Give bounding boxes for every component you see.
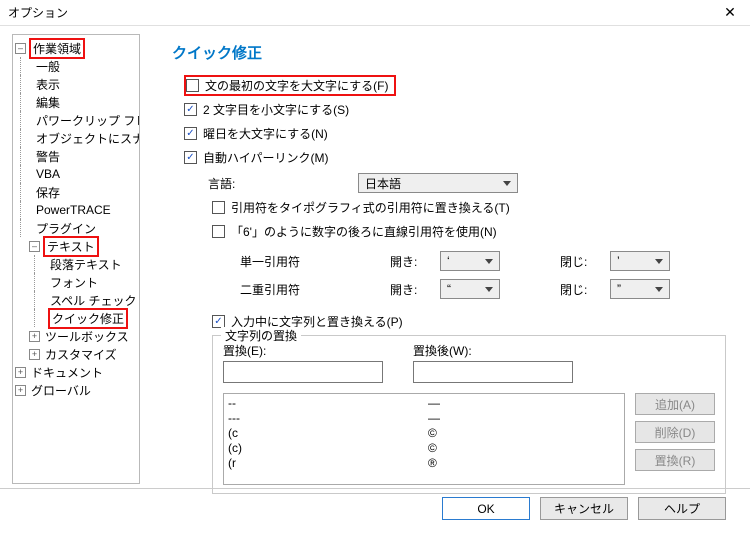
group-title: 文字列の置換 bbox=[221, 327, 301, 344]
list-item: ---— bbox=[228, 411, 620, 426]
lang-select[interactable]: 日本語 bbox=[358, 173, 518, 193]
checkbox-replace-typing[interactable]: ✓ bbox=[212, 315, 225, 328]
checkbox-autohyper[interactable]: ✓ bbox=[184, 151, 197, 164]
label-typo-quote: 引用符をタイポグラフィ式の引用符に置き換える(T) bbox=[231, 199, 510, 216]
tree-text[interactable]: テキスト bbox=[43, 236, 99, 257]
dq-open-select[interactable]: “ bbox=[440, 279, 500, 299]
label-cap-first: 文の最初の文字を大文字にする(F) bbox=[205, 77, 388, 94]
tree-font[interactable]: フォント bbox=[48, 274, 98, 291]
tree-powerclip[interactable]: パワークリップ フレーム bbox=[34, 112, 140, 129]
ok-button[interactable]: OK bbox=[442, 497, 530, 520]
dq-close-select[interactable]: ” bbox=[610, 279, 670, 299]
checkbox-straight-num[interactable] bbox=[212, 225, 225, 238]
label-open: 開き: bbox=[390, 281, 440, 298]
delete-button[interactable]: 削除(D) bbox=[635, 421, 715, 443]
tree-plugin[interactable]: プラグイン bbox=[34, 220, 96, 237]
tree-toggle-plus-icon[interactable]: + bbox=[15, 385, 26, 396]
label-straight-num: 「6'」のように数字の後ろに直線引用符を使用(N) bbox=[231, 223, 497, 240]
dialog-buttons: OK キャンセル ヘルプ bbox=[0, 488, 750, 528]
label-close: 閉じ: bbox=[560, 253, 610, 270]
label-double-quote: 二重引用符 bbox=[240, 281, 390, 298]
tree-powertrace[interactable]: PowerTRACE bbox=[34, 203, 111, 217]
checkbox-cap-first[interactable] bbox=[186, 79, 199, 92]
checkbox-lower-2nd[interactable]: ✓ bbox=[184, 103, 197, 116]
tree-toggle-plus-icon[interactable]: + bbox=[15, 367, 26, 378]
tree-toggle-minus-icon[interactable]: – bbox=[15, 43, 26, 54]
tree-general[interactable]: 一般 bbox=[34, 58, 60, 75]
panel-heading: クイック修正 bbox=[172, 42, 730, 63]
tree-snap[interactable]: オブジェクトにスナップ bbox=[34, 130, 140, 147]
tree-global[interactable]: グローバル bbox=[29, 382, 91, 399]
checkbox-cap-day[interactable]: ✓ bbox=[184, 127, 197, 140]
tree-spell[interactable]: スペル チェック bbox=[48, 292, 137, 309]
help-button[interactable]: ヘルプ bbox=[638, 497, 726, 520]
category-tree[interactable]: –作業領域 一般 表示 編集 パワークリップ フレーム オブジェクトにスナップ … bbox=[12, 34, 140, 484]
label-autohyper: 自動ハイパーリンク(M) bbox=[203, 149, 329, 166]
list-item: (r® bbox=[228, 456, 620, 471]
label-cap-day: 曜日を大文字にする(N) bbox=[203, 125, 328, 142]
list-item: --— bbox=[228, 396, 620, 411]
replace-input[interactable] bbox=[223, 361, 383, 383]
sq-open-select[interactable]: ‘ bbox=[440, 251, 500, 271]
after-input[interactable] bbox=[413, 361, 573, 383]
lang-value: 日本語 bbox=[365, 175, 401, 192]
lang-label: 言語: bbox=[208, 175, 358, 192]
replace-group: 文字列の置換 置換(E): 置換後(W): --— ---— (c© (c)© … bbox=[212, 335, 726, 494]
add-button[interactable]: 追加(A) bbox=[635, 393, 715, 415]
title-bar: オプション ✕ bbox=[0, 0, 750, 26]
close-icon[interactable]: ✕ bbox=[710, 0, 750, 26]
sq-close-select[interactable]: ’ bbox=[610, 251, 670, 271]
tree-quickfix[interactable]: クイック修正 bbox=[48, 308, 128, 329]
settings-panel: クイック修正 文の最初の文字を大文字にする(F) ✓ 2 文字目を小文字にする(… bbox=[148, 34, 738, 484]
cancel-button[interactable]: キャンセル bbox=[540, 497, 628, 520]
label-close: 閉じ: bbox=[560, 281, 610, 298]
tree-toggle-minus-icon[interactable]: – bbox=[29, 241, 40, 252]
label-lower-2nd: 2 文字目を小文字にする(S) bbox=[203, 101, 349, 118]
tree-paragraph[interactable]: 段落テキスト bbox=[48, 256, 122, 273]
checkbox-typo-quote[interactable] bbox=[212, 201, 225, 214]
tree-vba[interactable]: VBA bbox=[34, 167, 60, 181]
dialog-body: –作業領域 一般 表示 編集 パワークリップ フレーム オブジェクトにスナップ … bbox=[0, 26, 750, 488]
window-title: オプション bbox=[8, 4, 68, 21]
tree-toggle-plus-icon[interactable]: + bbox=[29, 349, 40, 360]
tree-edit[interactable]: 編集 bbox=[34, 94, 60, 111]
replace-label: 置換(E): bbox=[223, 342, 383, 359]
tree-toggle-plus-icon[interactable]: + bbox=[29, 331, 40, 342]
label-open: 開き: bbox=[390, 253, 440, 270]
tree-customize[interactable]: カスタマイズ bbox=[43, 346, 117, 363]
tree-work-area[interactable]: 作業領域 bbox=[29, 38, 85, 59]
after-label: 置換後(W): bbox=[413, 342, 573, 359]
list-item: (c)© bbox=[228, 441, 620, 456]
tree-toolbox[interactable]: ツールボックス bbox=[43, 328, 129, 345]
replace-listbox[interactable]: --— ---— (c© (c)© (r® bbox=[223, 393, 625, 485]
tree-save[interactable]: 保存 bbox=[34, 184, 60, 201]
tree-display[interactable]: 表示 bbox=[34, 76, 60, 93]
tree-warning[interactable]: 警告 bbox=[34, 148, 60, 165]
label-single-quote: 単一引用符 bbox=[240, 253, 390, 270]
replace-button[interactable]: 置換(R) bbox=[635, 449, 715, 471]
list-item: (c© bbox=[228, 426, 620, 441]
tree-document[interactable]: ドキュメント bbox=[29, 364, 103, 381]
